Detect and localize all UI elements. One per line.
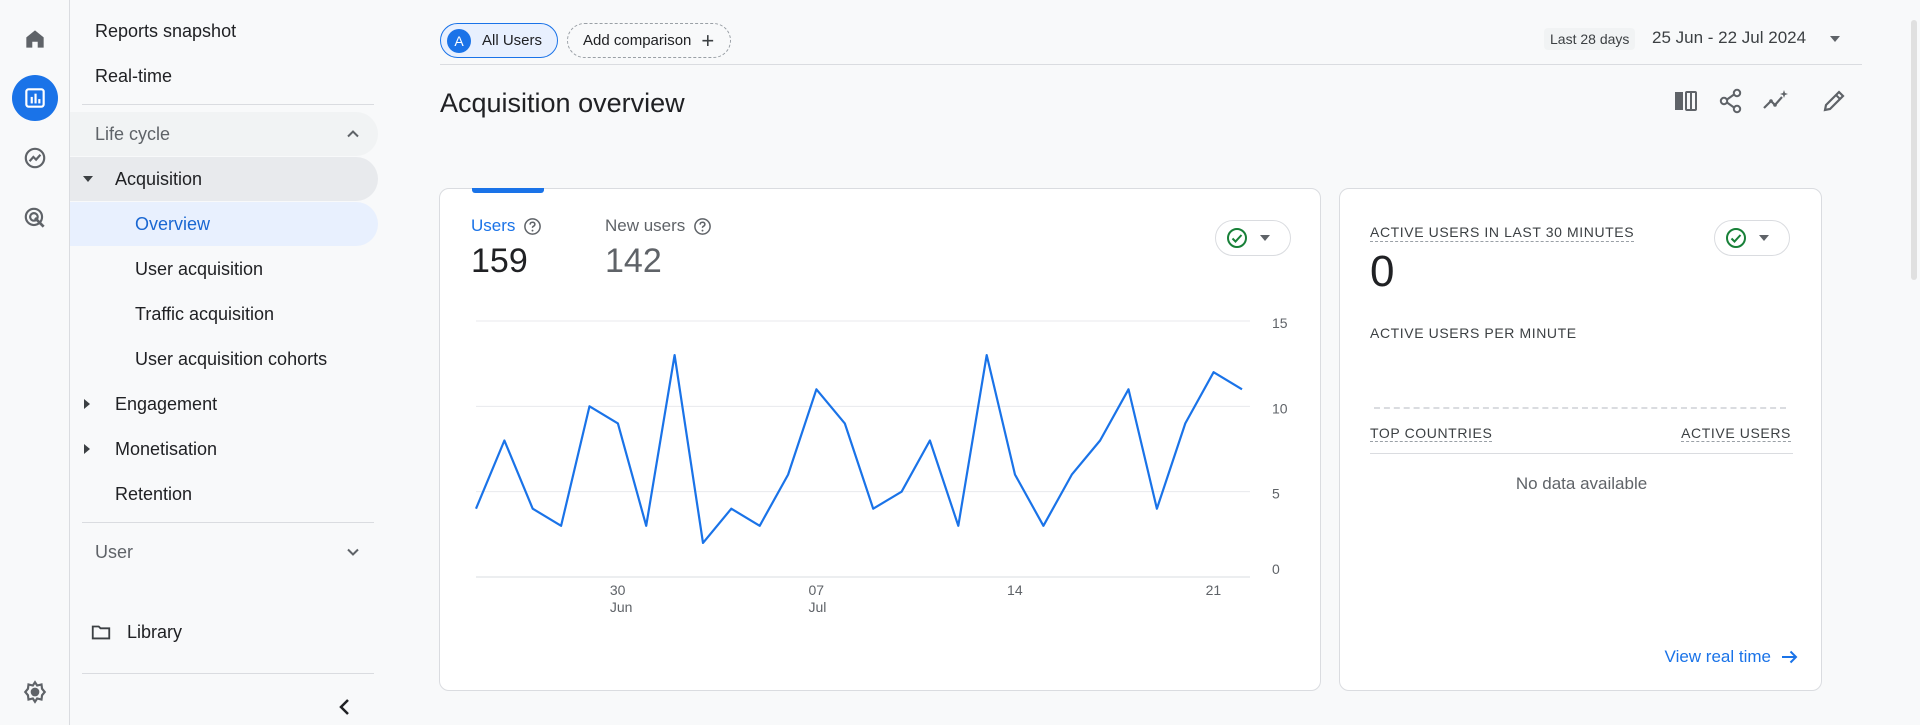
- page-scrollbar[interactable]: [1908, 0, 1920, 725]
- nav-label: Library: [127, 621, 183, 642]
- y-tick-label: 0: [1272, 561, 1280, 577]
- nav-label: Engagement: [115, 393, 218, 414]
- share-icon[interactable]: [1716, 86, 1746, 116]
- view-real-time-link[interactable]: View real time: [1665, 647, 1799, 667]
- segment-avatar: A: [447, 28, 471, 53]
- nav-engagement[interactable]: Engagement: [70, 382, 378, 426]
- x-tick-label: 30: [610, 582, 626, 598]
- nav-overview[interactable]: Overview: [70, 202, 378, 246]
- caret-down-icon[interactable]: [1830, 36, 1840, 42]
- nav-library[interactable]: Library: [70, 610, 378, 654]
- nav-user-acquisition[interactable]: User acquisition: [70, 247, 378, 291]
- view-real-time-label: View real time: [1664, 647, 1771, 666]
- nav-label: Retention: [115, 483, 193, 504]
- nav-label: User: [95, 541, 134, 562]
- advertising-icon[interactable]: [12, 195, 58, 241]
- x-tick-label: 21: [1206, 582, 1222, 598]
- caret-right-icon: [84, 444, 90, 454]
- nav-label: Overview: [135, 213, 211, 234]
- nav-label: User acquisition: [135, 258, 264, 279]
- chevron-up-icon: [347, 130, 359, 138]
- explore-icon[interactable]: [12, 135, 58, 181]
- users-chart-card: Users 159 New users 142 0 5 10 15 30 Jun 07 Jul…: [439, 188, 1321, 691]
- folder-icon: [91, 625, 111, 640]
- realtime-card: ACTIVE USERS IN LAST 30 MINUTES 0 ACTIVE…: [1339, 188, 1822, 691]
- nav-retention[interactable]: Retention: [70, 472, 378, 516]
- nav-acquisition[interactable]: Acquisition: [70, 157, 378, 201]
- users-line-chart: 0 5 10 15 30Jun 07Jul 14 21: [474, 315, 1288, 615]
- nav-divider: [82, 673, 374, 674]
- segment-all-users[interactable]: A All Users: [440, 23, 558, 58]
- nav-label: Acquisition: [115, 168, 203, 189]
- date-range-picker[interactable]: 25 Jun - 22 Jul 2024: [1652, 28, 1806, 48]
- edit-pencil-icon[interactable]: [1819, 86, 1849, 116]
- add-comparison-button[interactable]: Add comparison +: [567, 23, 731, 58]
- segment-label: All Users: [482, 32, 543, 49]
- nav-label: Life cycle: [95, 123, 171, 144]
- per-minute-bars-placeholder: [1374, 407, 1786, 409]
- chevron-down-icon: [347, 548, 359, 556]
- nav-label: Traffic acquisition: [135, 303, 275, 324]
- nav-traffic-acquisition[interactable]: Traffic acquisition: [70, 292, 378, 336]
- nav-user-acquisition-cohorts[interactable]: User acquisition cohorts: [70, 337, 378, 381]
- nav-divider: [82, 522, 374, 523]
- nav-section-user[interactable]: User: [70, 530, 378, 574]
- x-tick-month-label: Jun: [610, 599, 633, 615]
- users-series-line: [474, 354, 1243, 544]
- compare-columns-icon[interactable]: [1671, 86, 1701, 116]
- nav-monetisation[interactable]: Monetisation: [70, 427, 378, 471]
- settings-icon[interactable]: [12, 669, 58, 715]
- left-rail: [0, 0, 70, 725]
- x-tick-label: 14: [1007, 582, 1023, 598]
- column-header-active-users[interactable]: ACTIVE USERS: [1681, 425, 1791, 442]
- column-header-top-countries[interactable]: TOP COUNTRIES: [1370, 425, 1493, 442]
- caret-down-icon: [83, 176, 93, 182]
- caret-down-icon: [1759, 235, 1769, 241]
- realtime-title[interactable]: ACTIVE USERS IN LAST 30 MINUTES: [1370, 224, 1635, 242]
- no-data-message: No data available: [1515, 474, 1648, 493]
- check-circle-icon: [1726, 228, 1746, 248]
- x-tick-month-label: Jul: [808, 599, 826, 615]
- scrollbar-thumb[interactable]: [1911, 20, 1917, 280]
- realtime-per-minute-label: ACTIVE USERS PER MINUTE: [1370, 325, 1577, 341]
- arrow-right-icon: [1782, 650, 1798, 664]
- caret-right-icon: [84, 399, 90, 409]
- plus-icon: +: [701, 27, 715, 53]
- table-divider: [1370, 453, 1793, 454]
- home-icon[interactable]: [12, 16, 58, 62]
- y-tick-label: 5: [1272, 486, 1280, 502]
- nav-label: Real-time: [95, 65, 173, 86]
- nav-reports-snapshot[interactable]: Reports snapshot: [70, 9, 378, 53]
- page-title: Acquisition overview: [440, 88, 685, 118]
- reports-icon[interactable]: [12, 75, 58, 121]
- y-tick-label: 10: [1272, 400, 1288, 416]
- add-comparison-label: Add comparison: [583, 32, 692, 49]
- y-tick-label: 15: [1272, 315, 1288, 331]
- header-divider: [440, 64, 1862, 65]
- nav-label: Monetisation: [115, 438, 218, 459]
- nav-section-lifecycle[interactable]: Life cycle: [70, 112, 378, 156]
- nav-label: User acquisition cohorts: [135, 348, 328, 369]
- realtime-value: 0: [1370, 247, 1395, 296]
- date-preset-chip[interactable]: Last 28 days: [1544, 28, 1636, 50]
- collapse-nav-icon[interactable]: [337, 697, 353, 717]
- insights-icon[interactable]: [1761, 86, 1791, 116]
- nav-divider: [82, 104, 374, 105]
- report-navigation: Reports snapshot Real-time Life cycle Ac…: [70, 0, 382, 725]
- data-quality-button[interactable]: [1714, 220, 1790, 256]
- nav-realtime[interactable]: Real-time: [70, 54, 378, 98]
- nav-label: Reports snapshot: [95, 20, 237, 41]
- x-tick-label: 07: [808, 582, 824, 598]
